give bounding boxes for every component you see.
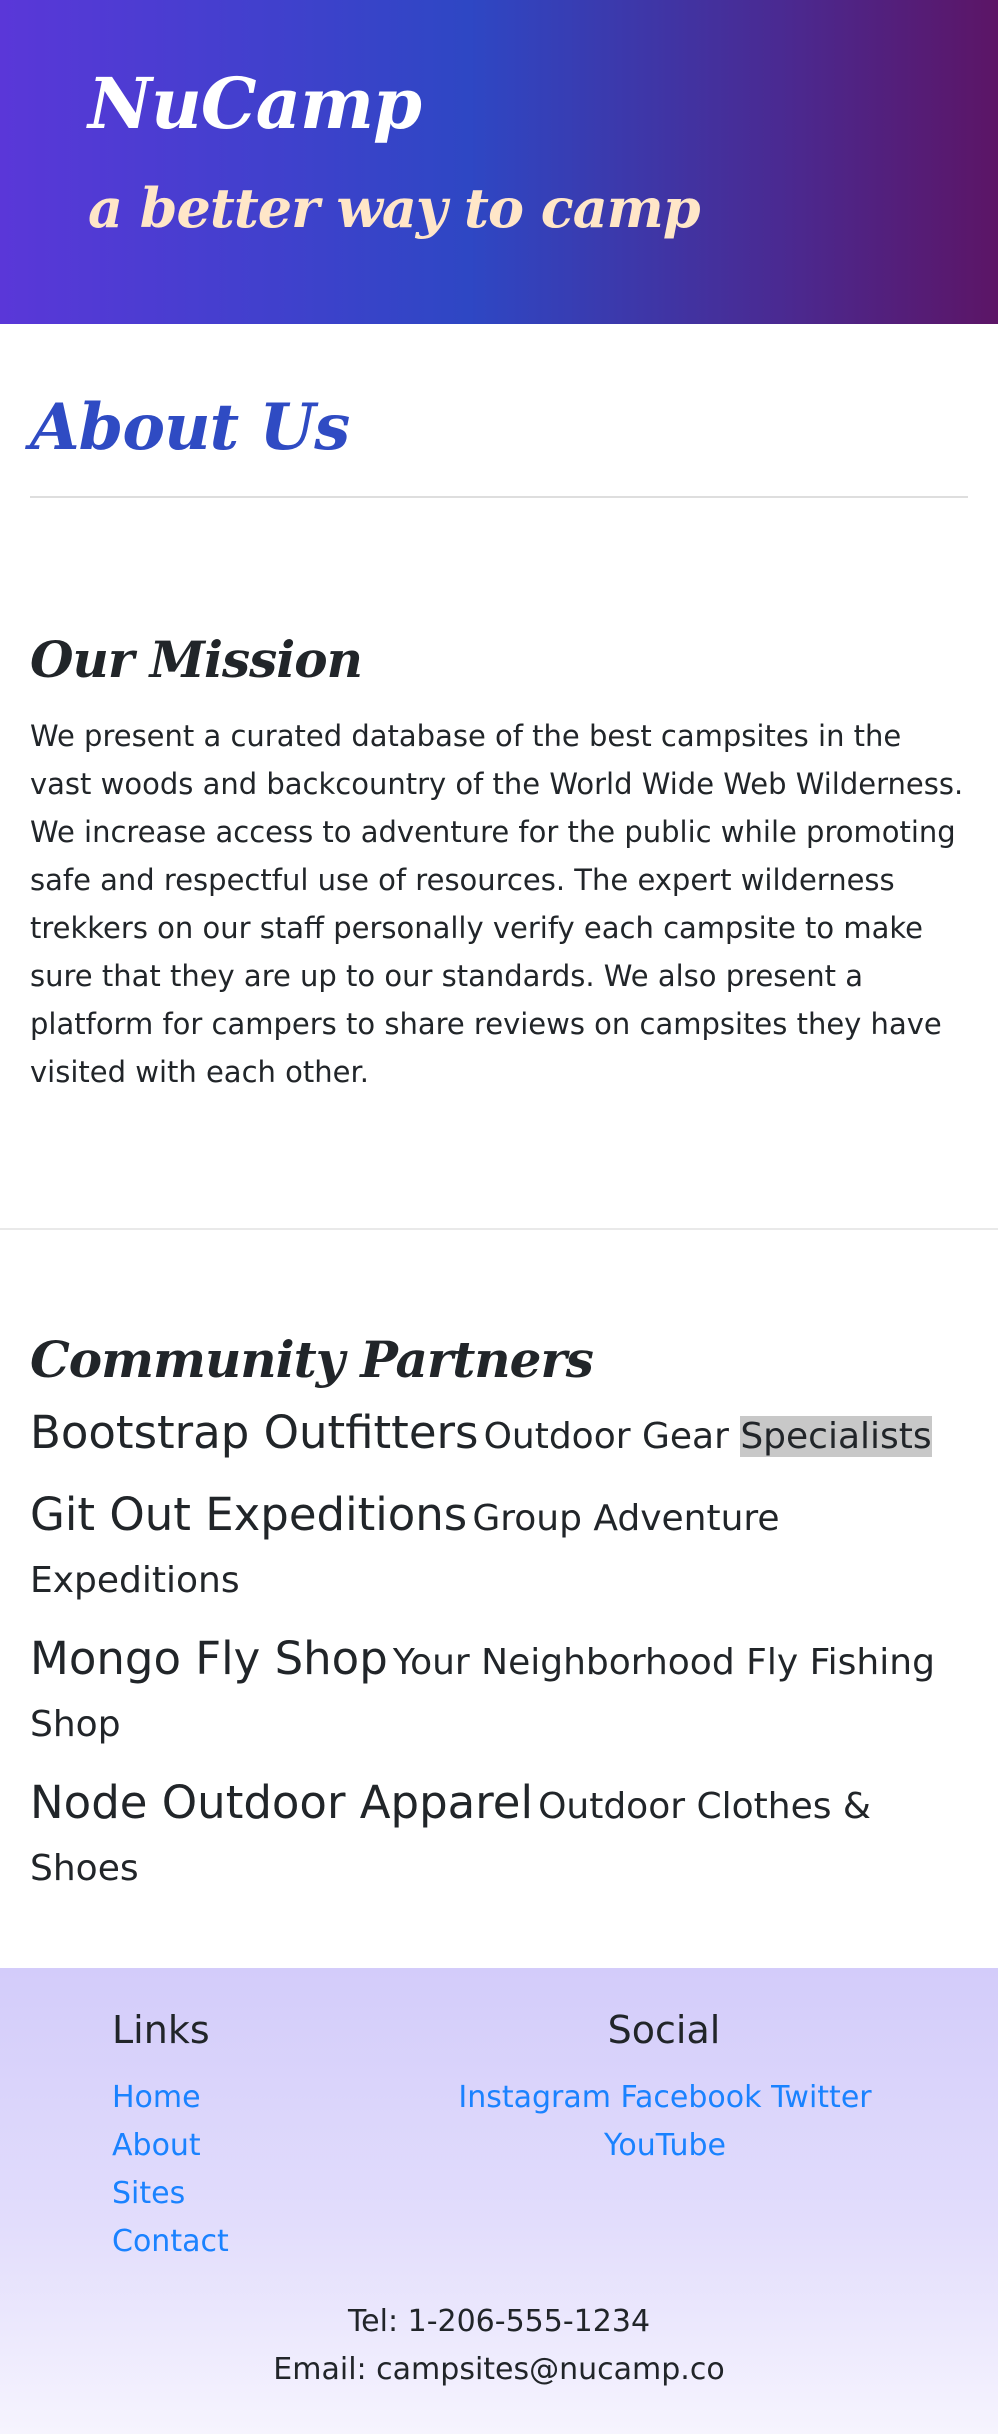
site-brand[interactable]: NuCamp <box>88 62 422 145</box>
title-divider <box>30 496 968 498</box>
partner-description: Outdoor Gear Specialists <box>484 1416 932 1457</box>
partner-name: Bootstrap Outfitters <box>30 1406 479 1459</box>
partner-item: Bootstrap Outfitters Outdoor Gear Specia… <box>30 1405 970 1471</box>
site-header: NuCamp a better way to camp <box>0 0 998 324</box>
footer-social-links: Instagram Facebook Twitter YouTube <box>430 2074 900 2170</box>
social-link-facebook[interactable]: Facebook <box>621 2080 762 2115</box>
partner-description-highlight: Specialists <box>740 1416 932 1457</box>
partner-item: Git Out Expeditions Group Adventure Expe… <box>30 1487 970 1615</box>
footer-email: Email: campsites@nucamp.co <box>273 2352 725 2387</box>
partner-item: Mongo Fly Shop Your Neighborhood Fly Fis… <box>30 1631 970 1759</box>
site-footer: Links Home About Sites Contact Social In… <box>0 1968 998 2434</box>
footer-links: Home About Sites Contact <box>112 2074 229 2266</box>
social-link-youtube[interactable]: YouTube <box>604 2128 726 2163</box>
partner-name: Mongo Fly Shop <box>30 1632 388 1685</box>
page-title: About Us <box>30 390 350 465</box>
footer-link-contact[interactable]: Contact <box>112 2218 229 2266</box>
footer-contact: Tel: 1-206-555-1234 Email: campsites@nuc… <box>0 2298 998 2394</box>
partner-name: Git Out Expeditions <box>30 1488 468 1541</box>
footer-social-heading: Social <box>607 2008 721 2052</box>
footer-link-about[interactable]: About <box>112 2122 229 2170</box>
partners-list: Bootstrap Outfitters Outdoor Gear Specia… <box>30 1405 970 1919</box>
section-divider <box>0 1228 998 1230</box>
social-link-instagram[interactable]: Instagram <box>458 2080 611 2115</box>
social-link-twitter[interactable]: Twitter <box>771 2080 872 2115</box>
mission-text: We present a curated database of the bes… <box>30 719 964 1089</box>
mission-heading: Our Mission <box>30 630 363 689</box>
site-tagline: a better way to camp <box>88 176 701 240</box>
footer-links-heading: Links <box>112 2008 210 2052</box>
footer-link-sites[interactable]: Sites <box>112 2170 229 2218</box>
footer-tel: Tel: 1-206-555-1234 <box>347 2304 651 2339</box>
footer-link-home[interactable]: Home <box>112 2074 229 2122</box>
partner-description-text: Outdoor Gear <box>483 1416 741 1457</box>
partners-heading: Community Partners <box>30 1330 594 1389</box>
partner-name: Node Outdoor Apparel <box>30 1776 533 1829</box>
partner-item: Node Outdoor Apparel Outdoor Clothes & S… <box>30 1775 970 1903</box>
